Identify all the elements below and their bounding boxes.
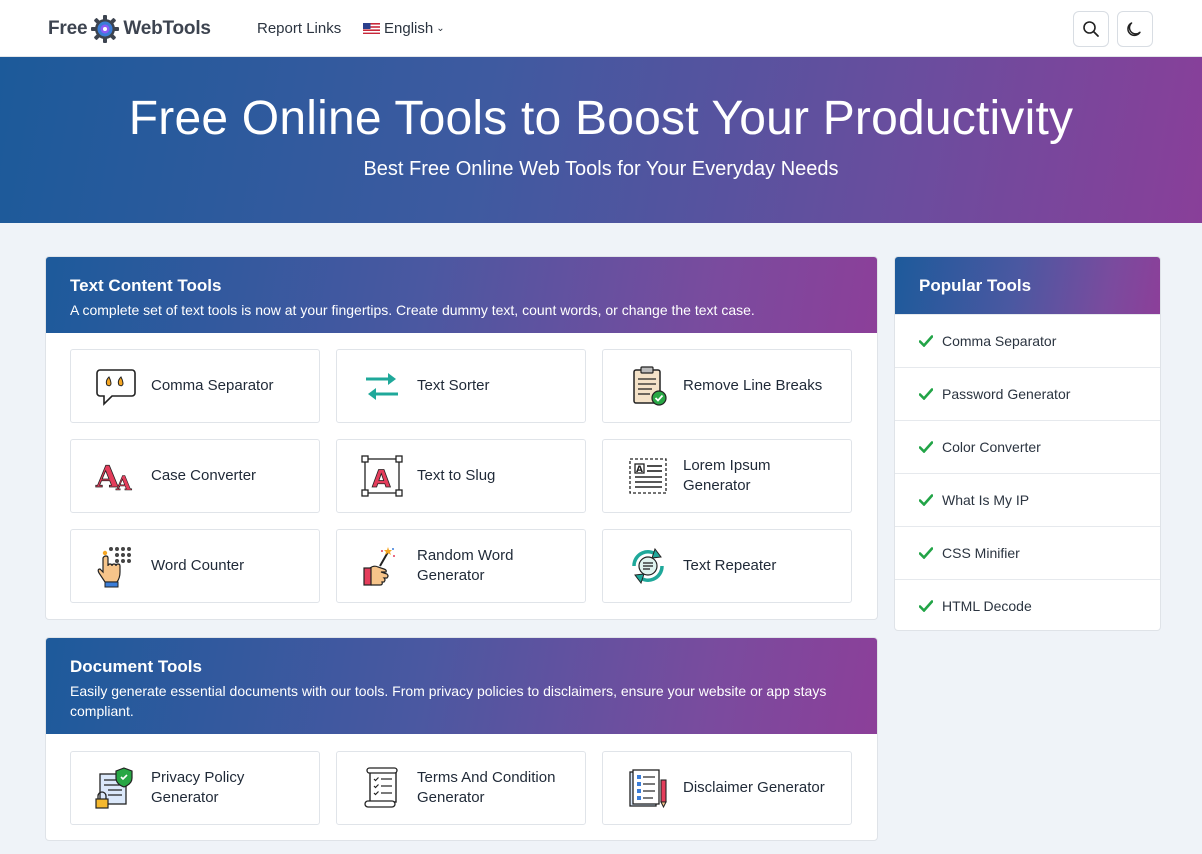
dark-mode-toggle[interactable]: [1117, 11, 1153, 47]
tool-case-converter[interactable]: A A Case Converter: [70, 439, 320, 513]
search-icon: [1083, 21, 1099, 37]
tool-label: Random Word Generator: [417, 547, 514, 584]
popular-item[interactable]: Color Converter: [895, 420, 1160, 473]
tool-label: Remove Line Breaks: [683, 377, 823, 394]
language-label: English: [384, 20, 434, 37]
check-icon: [919, 388, 933, 400]
hero-banner: Free Online Tools to Boost Your Producti…: [0, 57, 1202, 223]
hand-count-icon: [97, 547, 131, 588]
tool-random-word-generator[interactable]: Random Word Generator: [336, 529, 586, 603]
tool-label: Comma Separator: [151, 377, 274, 394]
tool-lorem-ipsum-generator[interactable]: A Lorem Ipsum Generator: [602, 439, 852, 513]
check-icon: [919, 335, 933, 347]
text-tools-card: Text Content Tools A complete set of tex…: [45, 256, 878, 620]
document-tools-card: Document Tools Easily generate essential…: [45, 637, 878, 841]
tool-label: Terms And Condition Generator: [417, 769, 556, 806]
tool-label: Text to Slug: [417, 467, 496, 484]
tool-word-counter[interactable]: Word Counter: [70, 529, 320, 603]
text-lines-icon: A: [629, 458, 667, 494]
language-selector[interactable]: English ⌄: [363, 20, 445, 37]
logo-text-free: Free: [48, 18, 88, 39]
text-tools-header: Text Content Tools A complete set of tex…: [46, 257, 877, 333]
check-icon: [919, 547, 933, 559]
tool-label: Disclaimer Generator: [683, 779, 825, 796]
us-flag-icon: [363, 23, 380, 34]
popular-item[interactable]: Comma Separator: [895, 314, 1160, 367]
moon-icon: [1127, 22, 1141, 37]
tool-label: Privacy Policy Generator: [151, 769, 245, 806]
tool-disclaimer-generator[interactable]: Disclaimer Generator: [602, 751, 852, 825]
check-icon: [919, 441, 933, 453]
popular-item-label: HTML Decode: [942, 598, 1032, 614]
popular-item-label: Comma Separator: [942, 333, 1057, 349]
hero-subtitle: Best Free Online Web Tools for Your Ever…: [363, 158, 839, 180]
tool-label: Word Counter: [151, 557, 245, 574]
popular-item-label: CSS Minifier: [942, 545, 1020, 561]
text-box-icon: A: [361, 455, 403, 497]
scroll-document-icon: [364, 767, 398, 808]
search-button[interactable]: [1073, 11, 1109, 47]
svg-text:A: A: [372, 465, 391, 493]
tool-terms-and-condition-generator[interactable]: Terms And Condition Generator: [336, 751, 586, 825]
svg-text:A: A: [636, 465, 643, 475]
popular-tools-title: Popular Tools: [919, 276, 1032, 295]
tool-label: Text Repeater: [683, 557, 777, 574]
popular-tools-card: Popular Tools Comma Separator Password G…: [894, 256, 1161, 631]
check-icon: [919, 494, 933, 506]
popular-item-label: What Is My IP: [942, 492, 1030, 508]
popular-tools-header: Popular Tools: [895, 257, 1160, 314]
document-tools-title: Document Tools: [70, 657, 202, 676]
document-tools-description: Easily generate essential documents with…: [70, 683, 827, 719]
nav-report-links[interactable]: Report Links: [257, 20, 341, 37]
tool-comma-separator[interactable]: Comma Separator: [70, 349, 320, 423]
site-logo[interactable]: Free WebTools: [48, 14, 211, 44]
text-tools-title: Text Content Tools: [70, 276, 222, 295]
tool-label: Lorem Ipsum Generator: [683, 457, 771, 494]
tool-remove-line-breaks[interactable]: Remove Line Breaks: [602, 349, 852, 423]
chevron-down-icon: ⌄: [436, 23, 445, 34]
magic-hand-icon: [363, 547, 395, 586]
tool-text-to-slug[interactable]: A Text to Slug: [336, 439, 586, 513]
gear-logo-icon: [91, 15, 120, 43]
clipboard-check-icon: [633, 366, 667, 406]
popular-item[interactable]: Password Generator: [895, 367, 1160, 420]
check-icon: [919, 600, 933, 612]
popular-item[interactable]: HTML Decode: [895, 579, 1160, 630]
top-navbar: Free WebTools Report Links English ⌄: [0, 0, 1202, 57]
tool-label: Case Converter: [151, 467, 257, 484]
popular-item-label: Password Generator: [942, 386, 1071, 402]
font-case-icon: A A: [95, 460, 133, 496]
svg-text:A: A: [115, 471, 132, 495]
repeat-icon: [632, 547, 664, 585]
document-tools-header: Document Tools Easily generate essential…: [46, 638, 877, 734]
popular-item[interactable]: CSS Minifier: [895, 526, 1160, 579]
logo-text-webtools: WebTools: [123, 18, 211, 39]
privacy-lock-icon: [95, 767, 133, 809]
text-tools-description: A complete set of text tools is now at y…: [70, 302, 755, 318]
swap-arrows-icon: [366, 373, 398, 400]
tool-privacy-policy-generator[interactable]: Privacy Policy Generator: [70, 751, 320, 825]
tool-label: Text Sorter: [417, 377, 490, 394]
tool-text-sorter[interactable]: Text Sorter: [336, 349, 586, 423]
popular-item[interactable]: What Is My IP: [895, 473, 1160, 526]
popular-item-label: Color Converter: [942, 439, 1041, 455]
tool-text-repeater[interactable]: Text Repeater: [602, 529, 852, 603]
notepad-pencil-icon: [629, 769, 667, 809]
hero-title: Free Online Tools to Boost Your Producti…: [128, 92, 1074, 145]
speech-bubble-icon: [96, 369, 136, 406]
